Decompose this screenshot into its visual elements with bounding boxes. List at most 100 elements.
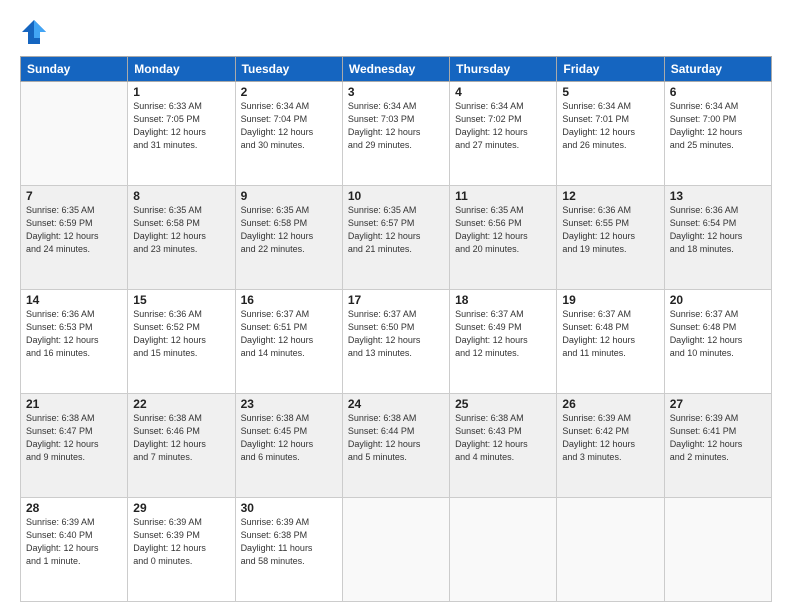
week-row-2: 14Sunrise: 6:36 AM Sunset: 6:53 PM Dayli… bbox=[21, 290, 772, 394]
day-cell bbox=[664, 498, 771, 602]
day-cell: 2Sunrise: 6:34 AM Sunset: 7:04 PM Daylig… bbox=[235, 82, 342, 186]
day-info: Sunrise: 6:39 AM Sunset: 6:38 PM Dayligh… bbox=[241, 516, 337, 568]
day-number: 1 bbox=[133, 85, 229, 99]
day-number: 22 bbox=[133, 397, 229, 411]
day-cell: 12Sunrise: 6:36 AM Sunset: 6:55 PM Dayli… bbox=[557, 186, 664, 290]
day-info: Sunrise: 6:35 AM Sunset: 6:57 PM Dayligh… bbox=[348, 204, 444, 256]
day-cell: 18Sunrise: 6:37 AM Sunset: 6:49 PM Dayli… bbox=[450, 290, 557, 394]
day-info: Sunrise: 6:37 AM Sunset: 6:48 PM Dayligh… bbox=[562, 308, 658, 360]
day-cell: 28Sunrise: 6:39 AM Sunset: 6:40 PM Dayli… bbox=[21, 498, 128, 602]
day-cell: 7Sunrise: 6:35 AM Sunset: 6:59 PM Daylig… bbox=[21, 186, 128, 290]
day-info: Sunrise: 6:39 AM Sunset: 6:40 PM Dayligh… bbox=[26, 516, 122, 568]
day-cell: 10Sunrise: 6:35 AM Sunset: 6:57 PM Dayli… bbox=[342, 186, 449, 290]
day-info: Sunrise: 6:37 AM Sunset: 6:50 PM Dayligh… bbox=[348, 308, 444, 360]
day-info: Sunrise: 6:37 AM Sunset: 6:51 PM Dayligh… bbox=[241, 308, 337, 360]
day-number: 25 bbox=[455, 397, 551, 411]
day-number: 29 bbox=[133, 501, 229, 515]
day-cell: 29Sunrise: 6:39 AM Sunset: 6:39 PM Dayli… bbox=[128, 498, 235, 602]
day-cell: 30Sunrise: 6:39 AM Sunset: 6:38 PM Dayli… bbox=[235, 498, 342, 602]
day-number: 12 bbox=[562, 189, 658, 203]
day-number: 28 bbox=[26, 501, 122, 515]
header bbox=[20, 18, 772, 46]
day-info: Sunrise: 6:35 AM Sunset: 6:58 PM Dayligh… bbox=[133, 204, 229, 256]
weekday-header-sunday: Sunday bbox=[21, 57, 128, 82]
day-number: 30 bbox=[241, 501, 337, 515]
day-cell: 16Sunrise: 6:37 AM Sunset: 6:51 PM Dayli… bbox=[235, 290, 342, 394]
calendar: SundayMondayTuesdayWednesdayThursdayFrid… bbox=[20, 56, 772, 602]
day-info: Sunrise: 6:36 AM Sunset: 6:52 PM Dayligh… bbox=[133, 308, 229, 360]
weekday-header-row: SundayMondayTuesdayWednesdayThursdayFrid… bbox=[21, 57, 772, 82]
day-number: 23 bbox=[241, 397, 337, 411]
day-info: Sunrise: 6:37 AM Sunset: 6:49 PM Dayligh… bbox=[455, 308, 551, 360]
day-cell: 15Sunrise: 6:36 AM Sunset: 6:52 PM Dayli… bbox=[128, 290, 235, 394]
logo bbox=[20, 18, 52, 46]
week-row-1: 7Sunrise: 6:35 AM Sunset: 6:59 PM Daylig… bbox=[21, 186, 772, 290]
day-cell: 3Sunrise: 6:34 AM Sunset: 7:03 PM Daylig… bbox=[342, 82, 449, 186]
day-cell: 17Sunrise: 6:37 AM Sunset: 6:50 PM Dayli… bbox=[342, 290, 449, 394]
day-info: Sunrise: 6:36 AM Sunset: 6:54 PM Dayligh… bbox=[670, 204, 766, 256]
weekday-header-saturday: Saturday bbox=[664, 57, 771, 82]
day-cell: 11Sunrise: 6:35 AM Sunset: 6:56 PM Dayli… bbox=[450, 186, 557, 290]
day-info: Sunrise: 6:34 AM Sunset: 7:01 PM Dayligh… bbox=[562, 100, 658, 152]
day-number: 19 bbox=[562, 293, 658, 307]
day-info: Sunrise: 6:33 AM Sunset: 7:05 PM Dayligh… bbox=[133, 100, 229, 152]
day-info: Sunrise: 6:38 AM Sunset: 6:45 PM Dayligh… bbox=[241, 412, 337, 464]
day-cell: 6Sunrise: 6:34 AM Sunset: 7:00 PM Daylig… bbox=[664, 82, 771, 186]
day-info: Sunrise: 6:38 AM Sunset: 6:44 PM Dayligh… bbox=[348, 412, 444, 464]
day-info: Sunrise: 6:34 AM Sunset: 7:03 PM Dayligh… bbox=[348, 100, 444, 152]
day-info: Sunrise: 6:39 AM Sunset: 6:41 PM Dayligh… bbox=[670, 412, 766, 464]
day-number: 2 bbox=[241, 85, 337, 99]
day-info: Sunrise: 6:35 AM Sunset: 6:59 PM Dayligh… bbox=[26, 204, 122, 256]
day-cell: 9Sunrise: 6:35 AM Sunset: 6:58 PM Daylig… bbox=[235, 186, 342, 290]
week-row-3: 21Sunrise: 6:38 AM Sunset: 6:47 PM Dayli… bbox=[21, 394, 772, 498]
logo-icon bbox=[20, 18, 48, 46]
day-number: 18 bbox=[455, 293, 551, 307]
day-number: 7 bbox=[26, 189, 122, 203]
weekday-header-tuesday: Tuesday bbox=[235, 57, 342, 82]
day-number: 3 bbox=[348, 85, 444, 99]
day-number: 5 bbox=[562, 85, 658, 99]
day-number: 27 bbox=[670, 397, 766, 411]
day-number: 21 bbox=[26, 397, 122, 411]
day-cell: 24Sunrise: 6:38 AM Sunset: 6:44 PM Dayli… bbox=[342, 394, 449, 498]
day-info: Sunrise: 6:39 AM Sunset: 6:42 PM Dayligh… bbox=[562, 412, 658, 464]
day-cell: 22Sunrise: 6:38 AM Sunset: 6:46 PM Dayli… bbox=[128, 394, 235, 498]
day-cell: 8Sunrise: 6:35 AM Sunset: 6:58 PM Daylig… bbox=[128, 186, 235, 290]
day-cell: 4Sunrise: 6:34 AM Sunset: 7:02 PM Daylig… bbox=[450, 82, 557, 186]
day-number: 16 bbox=[241, 293, 337, 307]
day-number: 11 bbox=[455, 189, 551, 203]
day-info: Sunrise: 6:38 AM Sunset: 6:43 PM Dayligh… bbox=[455, 412, 551, 464]
day-cell: 1Sunrise: 6:33 AM Sunset: 7:05 PM Daylig… bbox=[128, 82, 235, 186]
day-number: 24 bbox=[348, 397, 444, 411]
day-cell: 23Sunrise: 6:38 AM Sunset: 6:45 PM Dayli… bbox=[235, 394, 342, 498]
day-cell: 26Sunrise: 6:39 AM Sunset: 6:42 PM Dayli… bbox=[557, 394, 664, 498]
day-info: Sunrise: 6:38 AM Sunset: 6:46 PM Dayligh… bbox=[133, 412, 229, 464]
day-cell bbox=[21, 82, 128, 186]
day-info: Sunrise: 6:34 AM Sunset: 7:02 PM Dayligh… bbox=[455, 100, 551, 152]
day-cell: 27Sunrise: 6:39 AM Sunset: 6:41 PM Dayli… bbox=[664, 394, 771, 498]
day-info: Sunrise: 6:39 AM Sunset: 6:39 PM Dayligh… bbox=[133, 516, 229, 568]
weekday-header-monday: Monday bbox=[128, 57, 235, 82]
day-info: Sunrise: 6:34 AM Sunset: 7:04 PM Dayligh… bbox=[241, 100, 337, 152]
week-row-0: 1Sunrise: 6:33 AM Sunset: 7:05 PM Daylig… bbox=[21, 82, 772, 186]
day-number: 14 bbox=[26, 293, 122, 307]
day-info: Sunrise: 6:35 AM Sunset: 6:56 PM Dayligh… bbox=[455, 204, 551, 256]
day-cell: 19Sunrise: 6:37 AM Sunset: 6:48 PM Dayli… bbox=[557, 290, 664, 394]
page: SundayMondayTuesdayWednesdayThursdayFrid… bbox=[0, 0, 792, 612]
day-number: 4 bbox=[455, 85, 551, 99]
day-number: 13 bbox=[670, 189, 766, 203]
week-row-4: 28Sunrise: 6:39 AM Sunset: 6:40 PM Dayli… bbox=[21, 498, 772, 602]
day-cell bbox=[557, 498, 664, 602]
day-number: 6 bbox=[670, 85, 766, 99]
day-number: 17 bbox=[348, 293, 444, 307]
day-number: 9 bbox=[241, 189, 337, 203]
day-info: Sunrise: 6:36 AM Sunset: 6:55 PM Dayligh… bbox=[562, 204, 658, 256]
weekday-header-wednesday: Wednesday bbox=[342, 57, 449, 82]
day-cell bbox=[450, 498, 557, 602]
day-cell: 20Sunrise: 6:37 AM Sunset: 6:48 PM Dayli… bbox=[664, 290, 771, 394]
day-cell: 14Sunrise: 6:36 AM Sunset: 6:53 PM Dayli… bbox=[21, 290, 128, 394]
day-info: Sunrise: 6:34 AM Sunset: 7:00 PM Dayligh… bbox=[670, 100, 766, 152]
day-number: 26 bbox=[562, 397, 658, 411]
day-number: 15 bbox=[133, 293, 229, 307]
day-info: Sunrise: 6:35 AM Sunset: 6:58 PM Dayligh… bbox=[241, 204, 337, 256]
